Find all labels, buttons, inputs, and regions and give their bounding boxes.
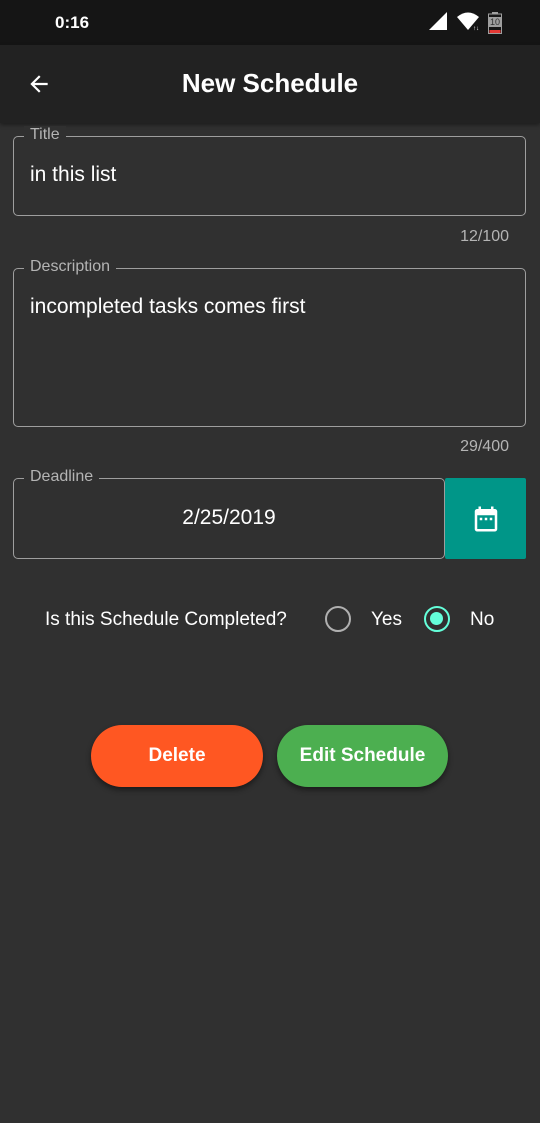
edit-schedule-button[interactable]: Edit Schedule <box>277 725 448 787</box>
wifi-icon: ↑↓ <box>456 11 480 36</box>
description-field-label: Description <box>24 258 117 276</box>
description-field[interactable]: Description incompleted tasks comes firs… <box>13 258 526 427</box>
status-icons: ↑↓ 10 <box>428 11 502 36</box>
deadline-field[interactable]: Deadline 2/25/2019 <box>13 468 445 559</box>
radio-yes[interactable] <box>325 606 351 632</box>
status-bar: 0:16 ↑↓ 10 <box>0 0 540 45</box>
calendar-icon <box>474 506 497 531</box>
radio-no[interactable] <box>424 606 450 632</box>
title-counter: 12/100 <box>460 228 509 245</box>
title-field-label: Title <box>24 126 66 144</box>
delete-button[interactable]: Delete <box>91 725 263 787</box>
page-title: New Schedule <box>181 68 359 98</box>
description-counter: 29/400 <box>460 438 509 455</box>
battery-level-text: 10 <box>489 17 502 27</box>
radio-selected-dot <box>430 612 443 625</box>
description-field-value: incompleted tasks comes first <box>30 295 306 318</box>
status-time: 0:16 <box>55 13 90 32</box>
radio-yes-label[interactable]: Yes <box>371 609 402 631</box>
signal-icon <box>428 11 448 36</box>
battery-icon: 10 <box>488 12 502 34</box>
date-picker-button[interactable] <box>445 478 526 559</box>
completed-question: Is this Schedule Completed? <box>45 609 287 630</box>
svg-text:↑↓: ↑↓ <box>473 26 479 31</box>
deadline-field-label: Deadline <box>24 468 100 486</box>
title-field[interactable]: Title in this list <box>13 126 526 216</box>
radio-no-label[interactable]: No <box>470 609 494 631</box>
app-bar: New Schedule <box>0 45 540 123</box>
deadline-field-value: 2/25/2019 <box>182 506 276 529</box>
title-field-value: in this list <box>30 163 117 186</box>
